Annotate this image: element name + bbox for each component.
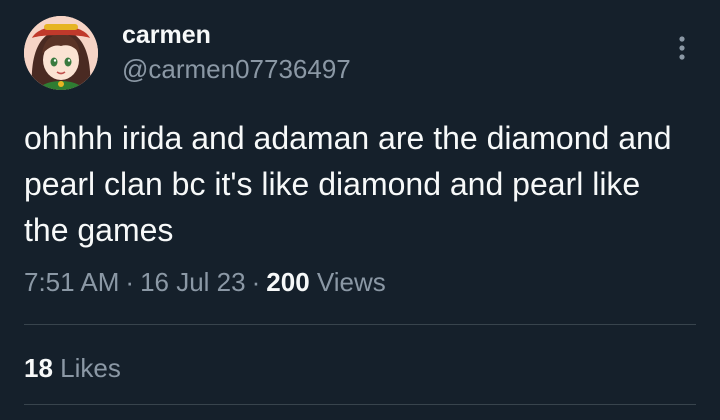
- likes-label: Likes: [60, 353, 121, 383]
- avatar[interactable]: [24, 16, 98, 90]
- avatar-illustration: [24, 16, 98, 90]
- likes-count: 18: [24, 353, 53, 383]
- meta-separator: ·: [251, 267, 261, 297]
- tweet-text: ohhhh irida and adaman are the diamond a…: [24, 120, 672, 248]
- divider: [24, 324, 696, 325]
- user-handle[interactable]: @carmen07736497: [122, 53, 351, 85]
- views[interactable]: 200 Views: [266, 267, 386, 297]
- tweet-detail: carmen @carmen07736497 ohhhh irida and a…: [0, 0, 720, 420]
- display-name[interactable]: carmen: [122, 20, 211, 50]
- tweet-time[interactable]: 7:51 AM: [24, 267, 119, 297]
- more-options-button[interactable]: [664, 30, 700, 66]
- tweet-meta: 7:51 AM · 16 Jul 23 · 200 Views: [24, 266, 386, 298]
- divider: [24, 404, 696, 405]
- views-label: Views: [316, 267, 386, 297]
- likes-link[interactable]: 18 Likes: [24, 352, 121, 384]
- more-vertical-icon: [679, 36, 685, 60]
- tweet-date[interactable]: 16 Jul 23: [140, 267, 246, 297]
- meta-separator: ·: [125, 267, 135, 297]
- views-count: 200: [266, 267, 310, 297]
